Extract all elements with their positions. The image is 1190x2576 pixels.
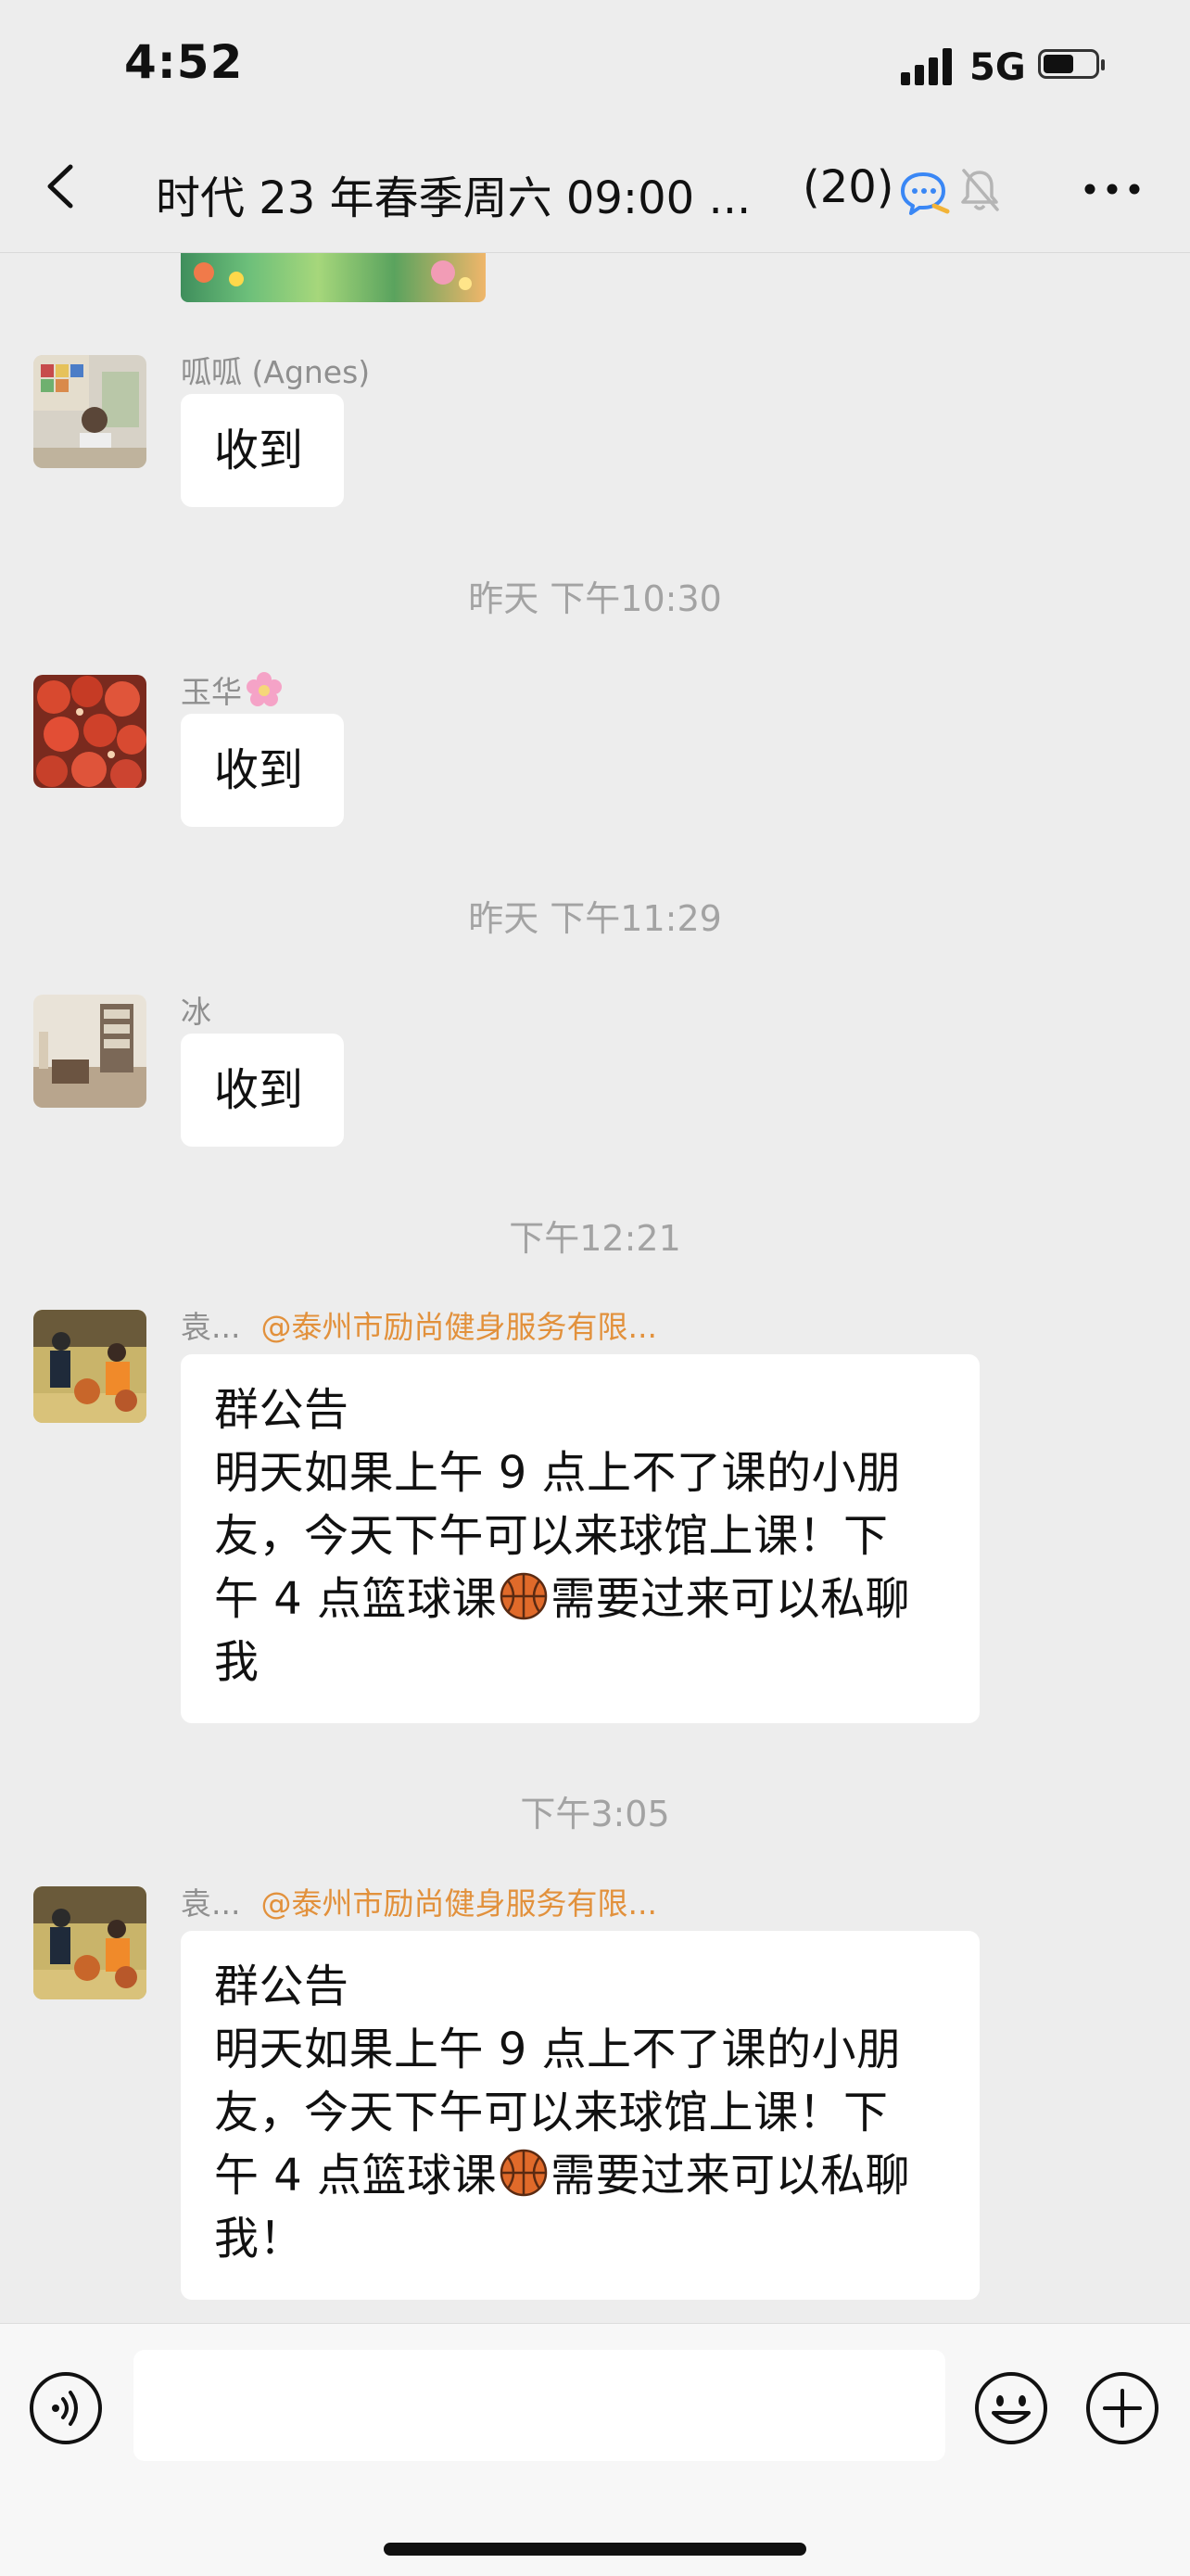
basketball-icon — [499, 2148, 549, 2198]
bell-muted-icon — [958, 167, 1001, 213]
message-line: 友，今天下午可以来球馆上课！下 — [214, 1510, 889, 1562]
message-bubble[interactable]: 收到 — [181, 394, 344, 507]
timestamp: 下午3:05 — [520, 1794, 670, 1834]
message-text: 收到 — [214, 1064, 304, 1116]
network-type: 5G — [969, 46, 1026, 89]
voice-icon[interactable] — [28, 2370, 104, 2446]
plus-icon[interactable] — [1084, 2370, 1160, 2446]
chevron-left-icon[interactable] — [37, 161, 87, 211]
chat-bubble-icon — [899, 169, 951, 217]
avatar[interactable] — [33, 1886, 146, 1999]
sender-name: 袁... @泰州市励尚健身服务有限... — [181, 1309, 657, 1345]
message-text: 收到 — [214, 425, 304, 476]
status-bar: 4:52 5G — [0, 0, 1190, 121]
message-line: 午 4 点篮球课 需要过来可以私聊 — [214, 2148, 911, 2202]
member-count: (20) — [803, 161, 894, 213]
message-bubble[interactable]: 群公告 明天如果上午 9 点上不了课的小朋 友，今天下午可以来球馆上课！下 午 … — [181, 1931, 980, 2300]
flower-icon — [246, 671, 283, 708]
status-time: 4:52 — [124, 35, 244, 89]
message-line: 群公告 — [214, 1961, 349, 2012]
sender-name: 袁... @泰州市励尚健身服务有限... — [181, 1885, 657, 1922]
message-bubble[interactable]: 收到 — [181, 1034, 344, 1147]
message-bubble[interactable]: 收到 — [181, 714, 344, 827]
timestamp: 下午12:21 — [509, 1218, 681, 1259]
sender-name: 呱呱 (Agnes) — [181, 354, 371, 390]
chat-message-list[interactable]: 呱呱 (Agnes) 收到 昨天 下午10:30 玉华 收到 昨天 下午11:2… — [0, 253, 1190, 2322]
home-indicator — [384, 2543, 806, 2556]
avatar[interactable] — [33, 675, 146, 788]
sender-name: 玉华 — [181, 667, 283, 712]
battery-icon — [1038, 49, 1105, 79]
timestamp: 昨天 下午11:29 — [468, 898, 722, 939]
message-line: 明天如果上午 9 点上不了课的小朋 — [214, 1447, 902, 1499]
mention-text[interactable]: @泰州市励尚健身服务有限... — [260, 1309, 656, 1345]
more-dots-icon[interactable] — [1082, 180, 1142, 198]
signal-icon — [901, 46, 958, 85]
message-line: 明天如果上午 9 点上不了课的小朋 — [214, 2024, 902, 2075]
chat-header: 时代 23 年春季周六 09:00 ... (20) — [0, 121, 1190, 253]
message-line: 我！ — [214, 2213, 305, 2265]
sender-name: 冰 — [181, 994, 211, 1030]
mention-text[interactable]: @泰州市励尚健身服务有限... — [260, 1885, 656, 1922]
basketball-icon — [499, 1571, 549, 1621]
message-text: 收到 — [214, 744, 304, 796]
avatar[interactable] — [33, 995, 146, 1108]
message-line: 午 4 点篮球课 需要过来可以私聊 — [214, 1571, 911, 1625]
message-input-bar — [0, 2323, 1190, 2576]
chat-title: 时代 23 年春季周六 09:00 ... — [156, 172, 752, 224]
message-input[interactable] — [133, 2350, 945, 2461]
avatar[interactable] — [33, 355, 146, 468]
message-bubble[interactable]: 群公告 明天如果上午 9 点上不了课的小朋 友，今天下午可以来球馆上课！下 午 … — [181, 1354, 980, 1723]
message-line: 友，今天下午可以来球馆上课！下 — [214, 2087, 889, 2138]
emoji-icon[interactable] — [973, 2370, 1049, 2446]
sticker-image[interactable] — [181, 253, 486, 302]
timestamp: 昨天 下午10:30 — [468, 578, 722, 619]
avatar[interactable] — [33, 1310, 146, 1423]
message-line: 群公告 — [214, 1384, 349, 1436]
message-line: 我 — [214, 1636, 260, 1688]
